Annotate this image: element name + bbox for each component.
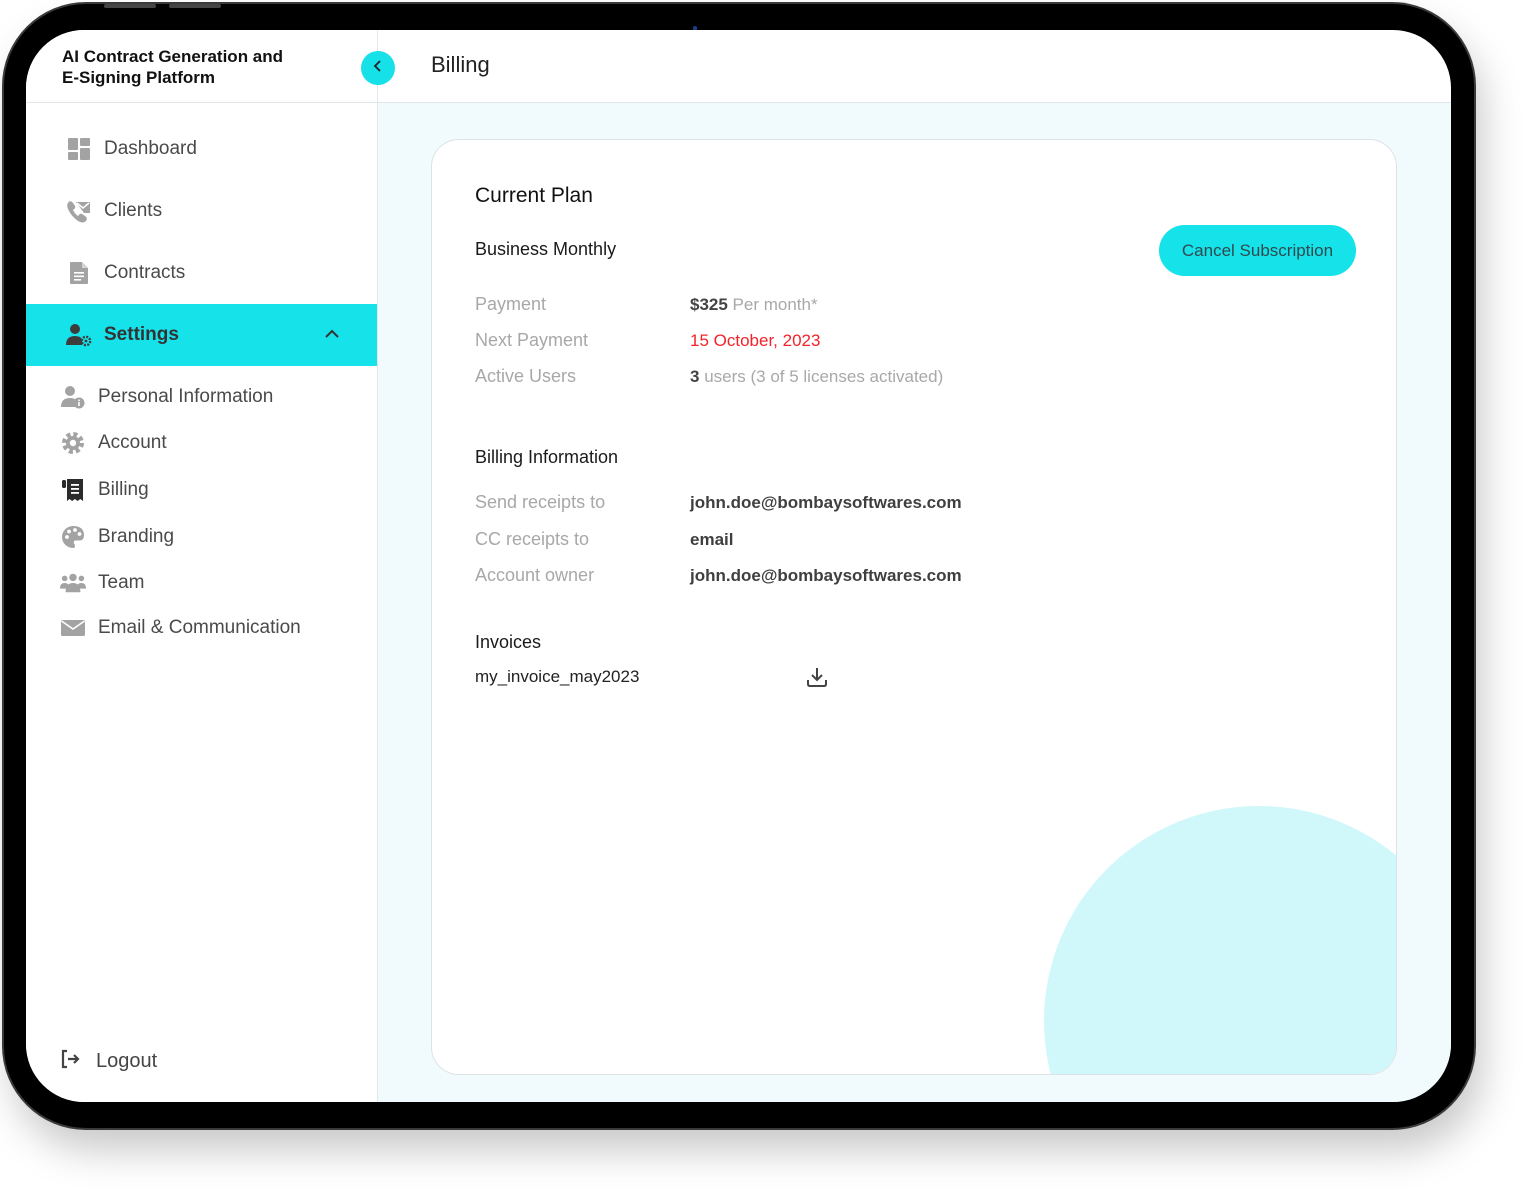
cancel-subscription-button[interactable]: Cancel Subscription (1159, 225, 1356, 276)
payment-amount: $325 (690, 295, 728, 314)
sidebar-subitem-label: Branding (98, 526, 175, 547)
clients-icon (66, 198, 92, 224)
billing-card: Current Plan Business Monthly Cancel Sub… (431, 139, 1397, 1075)
document-icon (66, 260, 92, 286)
next-payment-label: Next Payment (475, 330, 589, 350)
sidebar-subitem-label: Personal Information (98, 386, 274, 407)
sidebar-item-label: Clients (104, 200, 163, 221)
active-users-detail: users (3 of 5 licenses activated) (699, 367, 944, 386)
chevron-up-icon[interactable] (324, 326, 340, 344)
logout-button[interactable]: Logout (60, 1043, 157, 1079)
invoice-name[interactable]: my_invoice_may2023 (475, 667, 639, 687)
sidebar-item-settings[interactable]: Settings (26, 304, 377, 366)
current-plan-heading: Current Plan (475, 184, 593, 207)
active-users-label: Active Users (475, 366, 577, 386)
envelope-icon (60, 615, 86, 641)
payment-label: Payment (475, 294, 547, 314)
next-payment-value: 15 October, 2023 (690, 331, 821, 350)
logout-icon (60, 1049, 82, 1074)
palette-icon (60, 524, 86, 550)
tablet-frame: AI Contract Generation and E-Signing Pla… (4, 4, 1474, 1128)
sidebar-subitem-branding[interactable]: Branding (26, 517, 377, 557)
sidebar-subitem-label: Team (98, 572, 145, 593)
collapse-sidebar-button[interactable] (361, 51, 395, 85)
sidebar-subitem-email-communication[interactable]: Email & Communication (26, 608, 377, 648)
sidebar-subitem-label: Billing (98, 479, 149, 500)
user-settings-icon (66, 322, 92, 348)
app-title-line-1: AI Contract Generation and (62, 47, 284, 66)
download-icon[interactable] (805, 665, 829, 689)
logout-label: Logout (96, 1049, 158, 1072)
gear-icon (60, 430, 86, 456)
account-owner-label: Account owner (475, 565, 595, 585)
app-title: AI Contract Generation and E-Signing Pla… (62, 46, 332, 88)
sidebar-subitem-label: Email & Communication (98, 617, 301, 638)
payment-period: Per month* (727, 295, 818, 314)
sidebar-item-contracts[interactable]: Contracts (26, 242, 377, 304)
sidebar-item-label: Settings (104, 324, 179, 345)
sidebar-subitem-label: Account (98, 432, 167, 453)
team-icon (60, 570, 86, 596)
main-content: Current Plan Business Monthly Cancel Sub… (378, 103, 1451, 1102)
cc-receipts-value: email (690, 530, 734, 549)
payment-value: $325 Per month* (690, 295, 818, 315)
account-owner-value: john.doe@bombaysoftwares.com (690, 566, 962, 585)
sidebar-subitem-team[interactable]: Team (26, 563, 377, 603)
hardware-button (104, 4, 156, 8)
hardware-button (169, 4, 221, 8)
dashboard-icon (66, 136, 92, 162)
chevron-left-icon (373, 59, 383, 77)
receipt-icon (60, 477, 86, 503)
app-screen: AI Contract Generation and E-Signing Pla… (26, 30, 1451, 1102)
billing-information-heading: Billing Information (475, 447, 619, 467)
active-users-value: 3 users (3 of 5 licenses activated) (690, 367, 943, 387)
sidebar: AI Contract Generation and E-Signing Pla… (26, 30, 378, 1102)
sidebar-item-label: Contracts (104, 262, 186, 283)
send-receipts-label: Send receipts to (475, 492, 606, 512)
sidebar-subitem-personal-information[interactable]: Personal Information (26, 377, 377, 417)
sidebar-item-clients[interactable]: Clients (26, 180, 377, 242)
app-title-line-2: E-Signing Platform (62, 68, 215, 87)
sidebar-item-dashboard[interactable]: Dashboard (26, 118, 377, 180)
send-receipts-value: john.doe@bombaysoftwares.com (690, 493, 962, 512)
cc-receipts-label: CC receipts to (475, 529, 590, 549)
decorative-circle (1044, 806, 1396, 1074)
user-info-icon (60, 384, 86, 410)
page-title: Billing (431, 52, 490, 77)
invoices-heading: Invoices (475, 632, 542, 652)
plan-name: Business Monthly (475, 239, 617, 259)
sidebar-subitem-billing[interactable]: Billing (26, 470, 377, 510)
sidebar-subitem-account[interactable]: Account (26, 423, 377, 463)
sidebar-item-label: Dashboard (104, 138, 197, 159)
